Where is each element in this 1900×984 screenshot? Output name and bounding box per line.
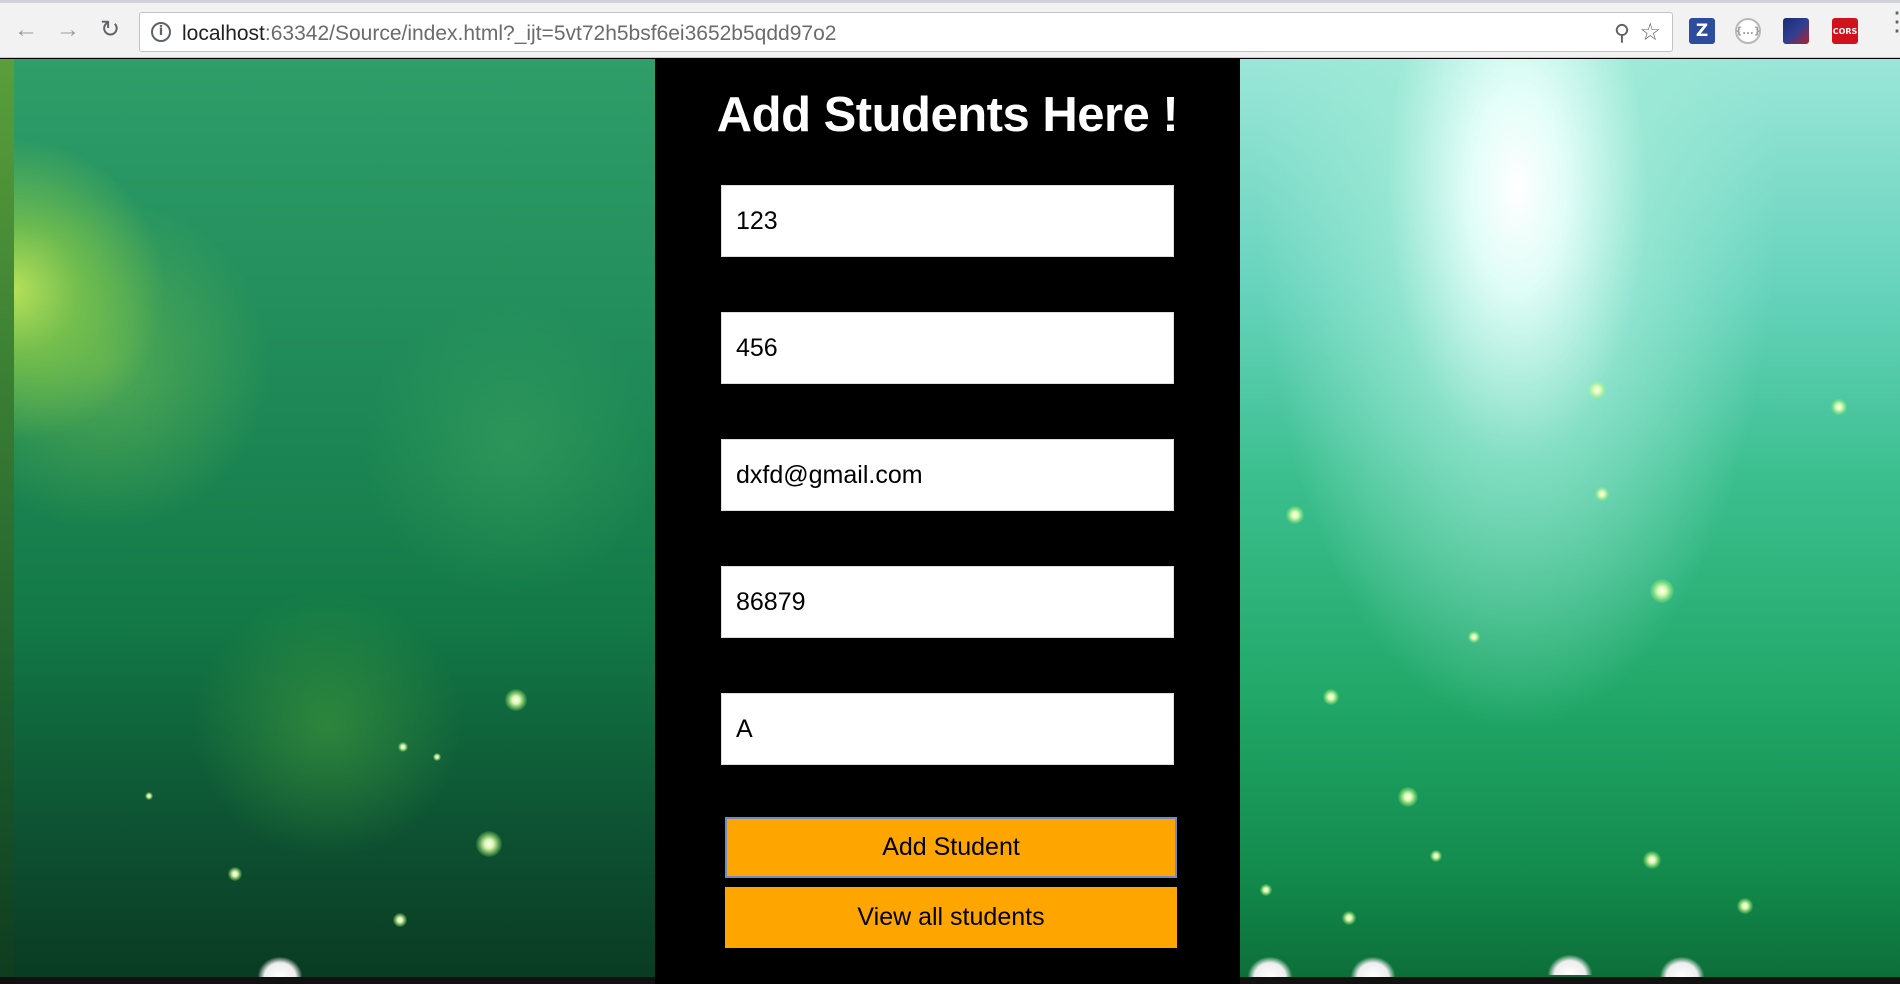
flower — [1660, 957, 1704, 977]
image-extension-icon[interactable] — [1783, 18, 1809, 44]
sparkle — [433, 753, 441, 761]
bookmark-star-icon[interactable]: ☆ — [1639, 18, 1661, 47]
sparkle — [1286, 506, 1304, 524]
flower — [1548, 955, 1592, 975]
add-student-button[interactable]: Add Student — [725, 817, 1177, 878]
back-arrow-icon[interactable]: ← — [12, 16, 40, 44]
flower — [1248, 957, 1292, 977]
add-student-panel: Add Students Here ! Add Student View all… — [655, 59, 1240, 984]
background-left — [0, 59, 655, 984]
sparkle — [1588, 381, 1606, 399]
sparkle — [1323, 689, 1339, 705]
page-title: Add Students Here ! — [716, 88, 1179, 142]
sparkle — [228, 867, 242, 881]
address-bar[interactable]: i localhost:63342/Source/index.html?_ijt… — [139, 12, 1673, 52]
reload-icon[interactable]: ↻ — [96, 16, 124, 44]
flower — [1351, 957, 1395, 977]
sparkle — [1737, 898, 1753, 914]
student-email-field[interactable] — [721, 439, 1174, 511]
flower — [258, 957, 302, 977]
background-left-edge — [0, 59, 14, 984]
sparkle — [505, 689, 527, 711]
forward-arrow-icon[interactable]: → — [54, 16, 82, 44]
browser-menu-icon[interactable]: ⋮ — [1884, 8, 1900, 34]
sparkle — [1831, 399, 1847, 415]
sparkle — [1643, 851, 1661, 869]
sparkle — [1398, 787, 1418, 807]
sparkle — [398, 742, 408, 752]
sparkle — [1342, 911, 1356, 925]
student-field-4[interactable] — [721, 566, 1174, 638]
sparkle — [1430, 850, 1442, 862]
background-right — [1240, 59, 1900, 984]
sparkle — [1595, 487, 1609, 501]
sparkle — [1260, 884, 1272, 896]
zotero-extension-icon[interactable]: Z — [1689, 18, 1715, 44]
sparkle — [1468, 631, 1480, 643]
info-icon[interactable]: i — [151, 22, 171, 42]
sparkle — [476, 831, 502, 857]
url-text[interactable]: localhost:63342/Source/index.html?_ijt=5… — [182, 22, 836, 46]
student-field-2[interactable] — [721, 312, 1174, 384]
sparkle — [393, 913, 407, 927]
student-field-5[interactable] — [721, 693, 1174, 765]
json-viewer-extension-icon[interactable]: {...} — [1735, 18, 1761, 44]
sparkle — [1650, 579, 1674, 603]
page-viewport: Add Students Here ! Add Student View all… — [0, 59, 1900, 984]
view-all-students-button[interactable]: View all students — [725, 887, 1177, 948]
sparkle — [145, 792, 153, 800]
zoom-icon[interactable]: ⚲ — [1614, 20, 1630, 46]
student-field-1[interactable] — [721, 185, 1174, 257]
cors-extension-icon[interactable]: CORS — [1832, 18, 1858, 44]
browser-toolbar: ← → ↻ i localhost:63342/Source/index.htm… — [0, 3, 1900, 58]
